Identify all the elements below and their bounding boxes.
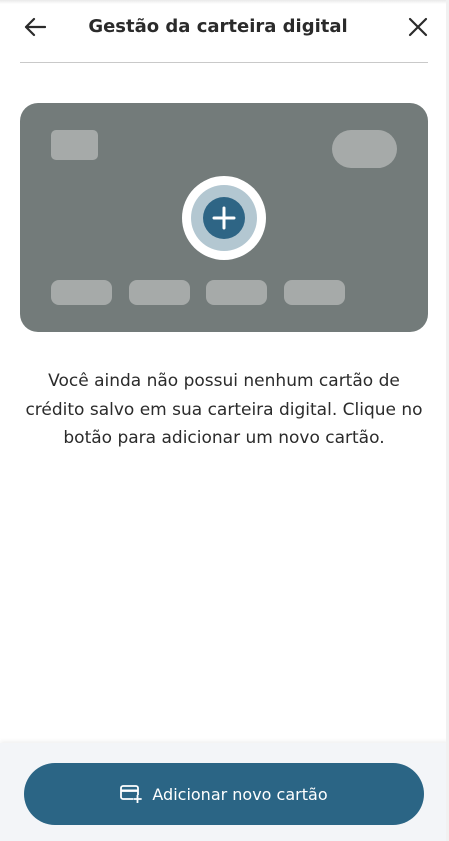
card-number-group-placeholder <box>206 280 267 305</box>
back-button[interactable] <box>20 12 50 42</box>
add-card-button[interactable] <box>182 176 266 260</box>
header-divider <box>20 62 428 63</box>
add-card-core <box>203 197 245 239</box>
add-card-halo <box>191 185 257 251</box>
page-title: Gestão da carteira digital <box>88 16 348 37</box>
credit-card-plus-icon <box>120 785 143 803</box>
card-number-group-placeholder <box>284 280 345 305</box>
close-icon <box>408 17 428 37</box>
empty-state-message: Você ainda não possui nenhum cartão de c… <box>25 371 423 448</box>
bottom-action-bar: Adicionar novo cartão <box>0 743 449 841</box>
close-button[interactable] <box>403 12 433 42</box>
header: Gestão da carteira digital <box>0 0 449 56</box>
add-new-card-label: Adicionar novo cartão <box>152 784 328 804</box>
card-number-group-placeholder <box>129 280 190 305</box>
card-number-group-placeholder <box>51 280 112 305</box>
card-brand-placeholder <box>332 130 397 168</box>
arrow-left-icon <box>24 17 46 37</box>
card-placeholder <box>20 103 428 332</box>
wallet-management-screen: Gestão da carteira digital Você ainda nã… <box>0 0 449 841</box>
plus-icon <box>212 206 236 230</box>
card-chip-placeholder <box>51 130 98 160</box>
add-new-card-button[interactable]: Adicionar novo cartão <box>24 763 424 825</box>
